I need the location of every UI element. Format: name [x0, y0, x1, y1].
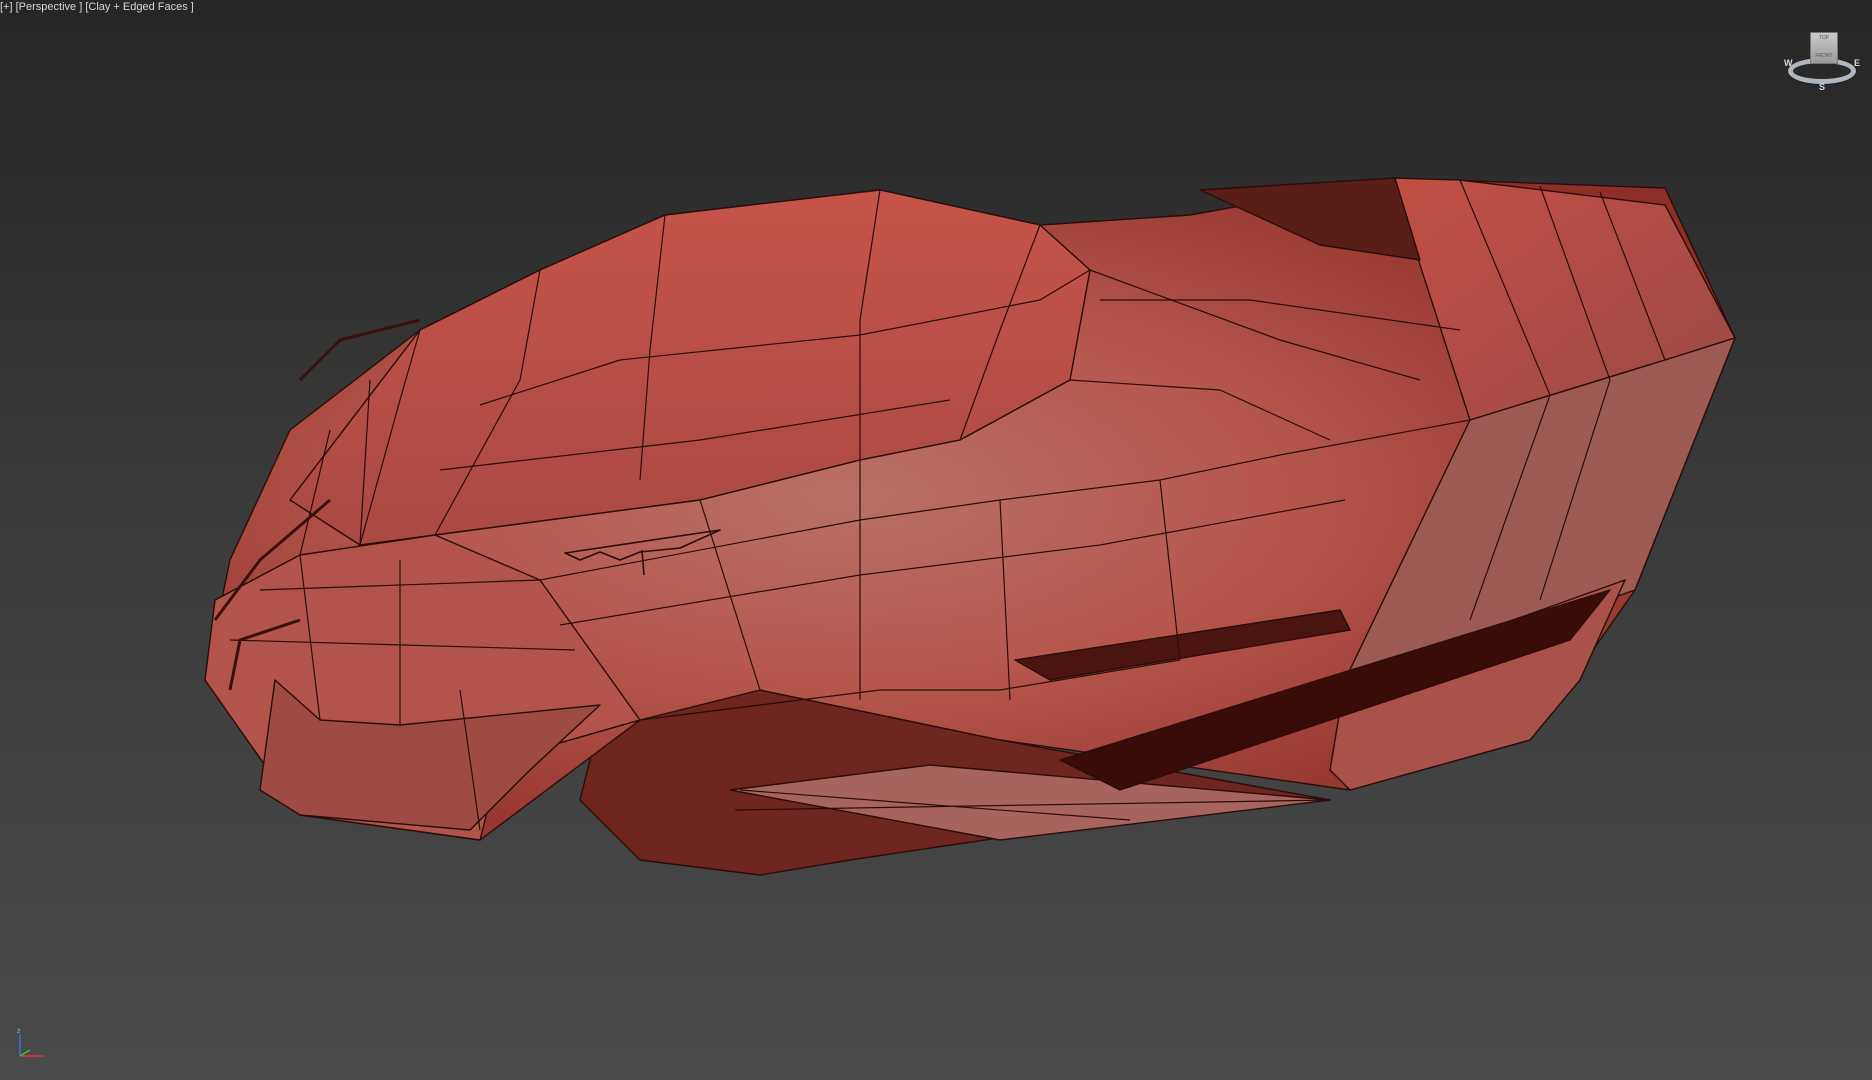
axis-z-label: z — [17, 1028, 21, 1035]
perspective-viewport[interactable]: [+] [Perspective ] [Clay + Edged Faces ] — [0, 0, 1872, 1080]
compass-south: S — [1819, 82, 1826, 92]
compass-east: E — [1854, 58, 1861, 68]
axis-tripod-icon: z — [17, 1028, 44, 1057]
viewcube-box[interactable]: TOP FRONT — [1810, 32, 1838, 64]
compass-west: W — [1784, 58, 1793, 68]
3d-model[interactable] — [0, 0, 1872, 1080]
viewcube-icon[interactable]: TOP FRONT W E S — [1782, 24, 1866, 100]
viewcube-top-label: TOP — [1818, 35, 1830, 41]
viewcube-front-label: FRONT — [1815, 53, 1833, 59]
